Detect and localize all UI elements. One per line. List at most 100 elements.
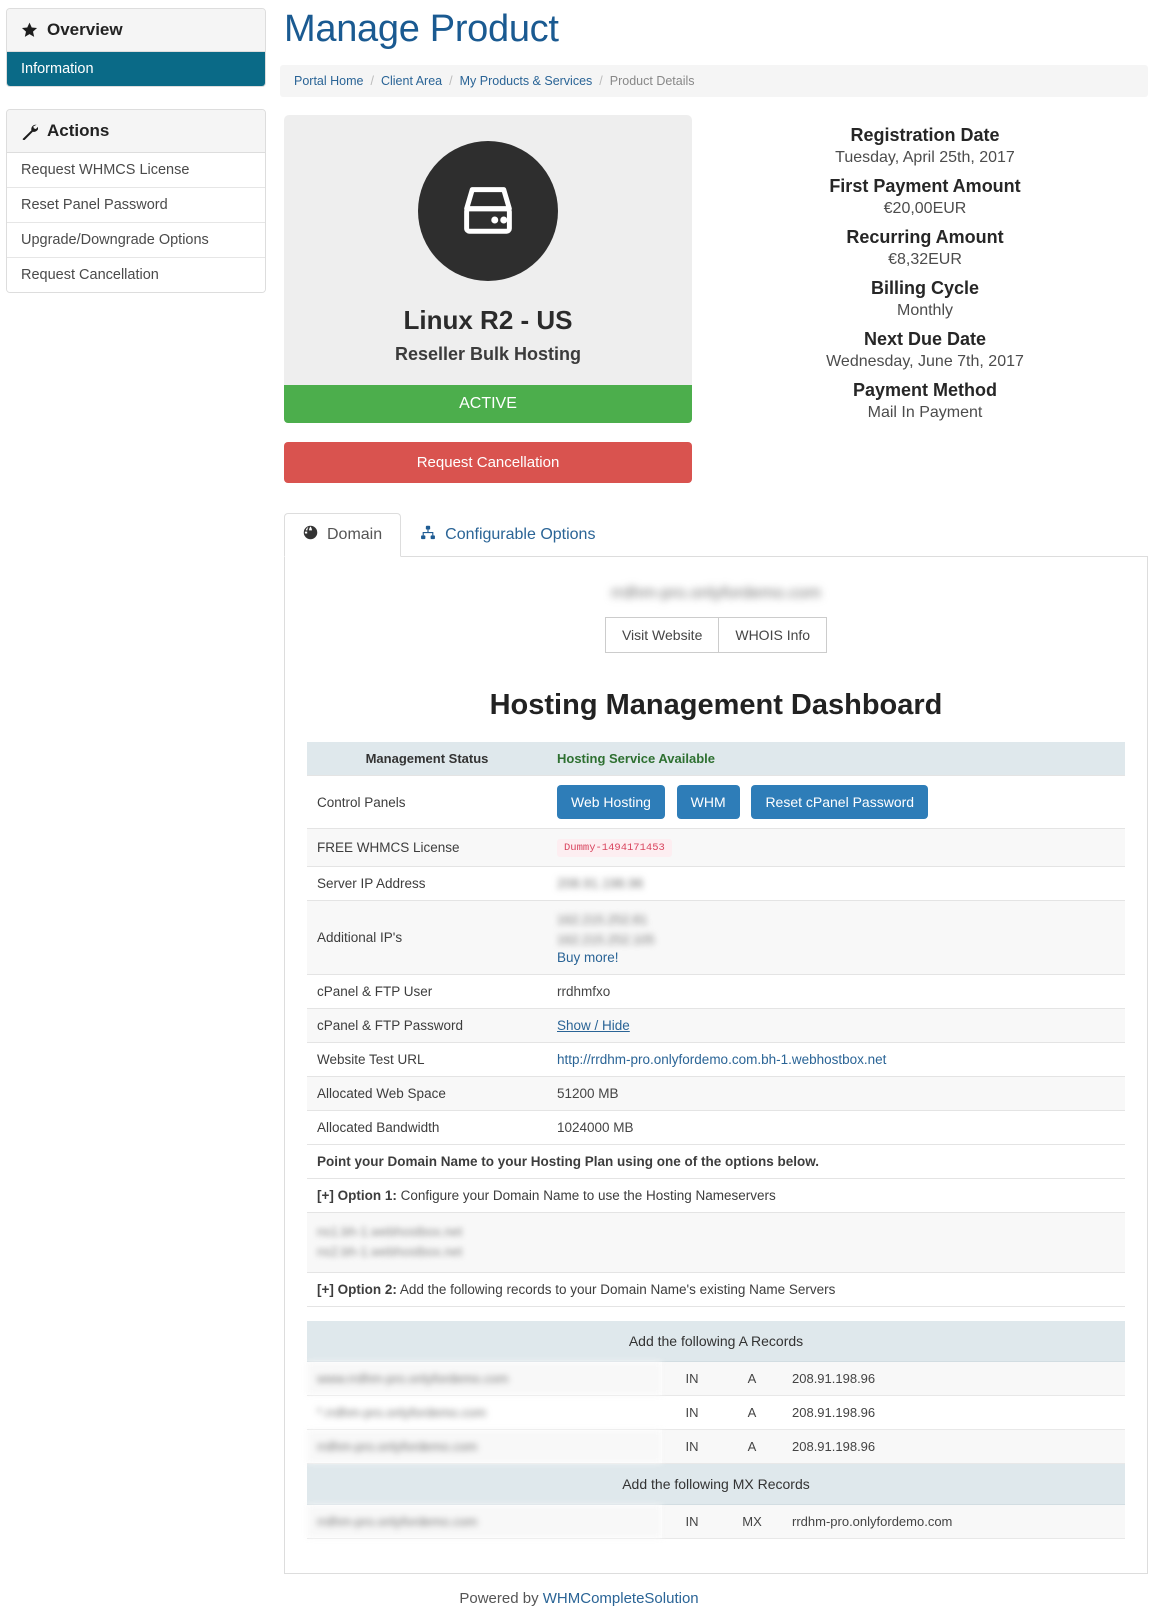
cpanel-ftp-user-value: rrdhmfxo <box>547 974 1125 1010</box>
wrench-icon <box>21 123 38 140</box>
page-title: Manage Product <box>284 8 559 50</box>
table-row-additional-ips: Additional IP's 162.215.252.81 162.215.2… <box>307 900 1125 976</box>
free-whmcs-license-value: Dummy-1494171453 <box>547 828 1125 867</box>
status-badge: ACTIVE <box>284 385 692 423</box>
request-cancellation-button[interactable]: Request Cancellation <box>284 442 692 483</box>
cpanel-ftp-password-label: cPanel & FTP Password <box>307 1008 547 1044</box>
overview-panel: Overview Information <box>6 8 266 87</box>
sidebar: Overview Information Actions Request WHM… <box>0 0 272 1574</box>
breadcrumb-separator: / <box>449 74 453 88</box>
management-status-header: Management Status <box>307 742 547 776</box>
allocated-bandwidth-value: 1024000 MB <box>547 1110 1125 1146</box>
domain-actions: Visit Website WHOIS Info <box>307 617 1125 653</box>
dashboard-title: Hosting Management Dashboard <box>489 689 943 721</box>
table-row-bandwidth: Allocated Bandwidth 1024000 MB <box>307 1110 1125 1146</box>
additional-ips-label: Additional IP's <box>307 900 547 976</box>
server-icon <box>418 141 558 281</box>
show-hide-password-link[interactable]: Show / Hide <box>557 1018 630 1033</box>
a-record-class: IN <box>662 1395 722 1430</box>
billing-details: Registration Date Tuesday, April 25th, 2… <box>702 115 1148 483</box>
buy-more-ips-link[interactable]: Buy more! <box>557 950 619 965</box>
additional-ips-value: 162.215.252.81 162.215.252.105 Buy more! <box>547 900 1125 976</box>
breadcrumb-item-client-area[interactable]: Client Area <box>381 74 442 88</box>
a-record-destination: 208.91.198.96 <box>782 1361 1125 1396</box>
globe-icon <box>303 525 318 545</box>
next-due-date-label: Next Due Date <box>863 329 987 349</box>
table-row: rrdhm-pro.onlyfordemo.com IN MX rrdhm-pr… <box>307 1504 1125 1539</box>
registration-date-value: Tuesday, April 25th, 2017 <box>835 149 1015 166</box>
option1-row: [+] Option 1: Configure your Domain Name… <box>307 1178 1125 1214</box>
visit-website-button[interactable]: Visit Website <box>604 617 720 653</box>
mx-records-header-row: Add the following MX Records <box>307 1463 1125 1505</box>
option1-description: Configure your Domain Name to use the Ho… <box>396 1188 776 1204</box>
tabs-section: Domain Configurable Options rrdhm-pro.on… <box>280 513 1148 1574</box>
dns-records-table: Add the following A Records www.rrdhm-pr… <box>307 1320 1125 1539</box>
control-panels-label: Control Panels <box>307 775 547 829</box>
sidebar-item-request-whmcs-license[interactable]: Request WHMCS License <box>7 153 265 187</box>
mx-record-class: IN <box>662 1504 722 1539</box>
sidebar-item-upgrade-downgrade-options[interactable]: Upgrade/Downgrade Options <box>7 222 265 257</box>
breadcrumb-separator: / <box>370 74 374 88</box>
table-header-row: Management Status Hosting Service Availa… <box>307 742 1125 776</box>
website-test-url-link[interactable]: http://rrdhm-pro.onlyfordemo.com.bh-1.we… <box>557 1052 886 1067</box>
whm-button[interactable]: WHM <box>676 785 740 819</box>
a-records-header-row: Add the following A Records <box>307 1320 1125 1362</box>
option1-text: [+] Option 1: Configure your Domain Name… <box>307 1178 1125 1214</box>
mx-record-type: MX <box>722 1504 782 1539</box>
a-record-type: A <box>722 1395 782 1430</box>
table-row: *.rrdhm-pro.onlyfordemo.com IN A 208.91.… <box>307 1395 1125 1430</box>
product-card: Linux R2 - US Reseller Bulk Hosting <box>284 115 692 385</box>
table-row-web-space: Allocated Web Space 51200 MB <box>307 1076 1125 1112</box>
web-hosting-button[interactable]: Web Hosting <box>557 785 665 819</box>
nameservers-cell: ns1.bh-1.webhostbox.net ns2.bh-1.webhost… <box>307 1212 1125 1273</box>
nameserver-1: ns1.bh-1.webhostbox.net <box>317 1224 463 1240</box>
actions-panel-title: Actions <box>47 121 110 140</box>
cpanel-ftp-password-value: Show / Hide <box>547 1008 1125 1044</box>
nameservers-row: ns1.bh-1.webhostbox.net ns2.bh-1.webhost… <box>307 1212 1125 1273</box>
server-ip-address-label: Server IP Address <box>307 866 547 901</box>
sitemap-icon <box>420 525 436 545</box>
sidebar-item-reset-panel-password[interactable]: Reset Panel Password <box>7 187 265 222</box>
recurring-amount-value: €8,32EUR <box>888 251 962 268</box>
first-payment-amount-value: €20,00EUR <box>883 200 967 217</box>
a-record-type: A <box>722 1361 782 1396</box>
a-record-host: *.rrdhm-pro.onlyfordemo.com <box>307 1395 662 1430</box>
option2-prefix: [+] Option 2: <box>317 1281 397 1297</box>
point-domain-note: Point your Domain Name to your Hosting P… <box>307 1144 1125 1180</box>
license-key-badge: Dummy-1494171453 <box>557 839 672 857</box>
a-record-destination: 208.91.198.96 <box>782 1429 1125 1464</box>
nameserver-2: ns2.bh-1.webhostbox.net <box>317 1244 463 1260</box>
whois-info-button[interactable]: WHOIS Info <box>719 617 828 653</box>
payment-method-value: Mail In Payment <box>867 404 983 421</box>
breadcrumb-item-portal-home[interactable]: Portal Home <box>294 74 363 88</box>
page-container: Overview Information Actions Request WHM… <box>0 0 1158 1574</box>
website-test-url-value: http://rrdhm-pro.onlyfordemo.com.bh-1.we… <box>547 1042 1125 1078</box>
mx-record-destination: rrdhm-pro.onlyfordemo.com <box>782 1504 1125 1539</box>
registration-date-label: Registration Date <box>850 125 1000 145</box>
server-ip-address-value: 208.91.198.96 <box>547 866 1125 901</box>
main-content: Manage Product Portal Home / Client Area… <box>272 0 1158 1574</box>
a-record-class: IN <box>662 1429 722 1464</box>
a-record-type: A <box>722 1429 782 1464</box>
allocated-bandwidth-label: Allocated Bandwidth <box>307 1110 547 1146</box>
product-column: Linux R2 - US Reseller Bulk Hosting ACTI… <box>280 115 692 483</box>
table-row-control-panels: Control Panels Web Hosting WHM Reset cPa… <box>307 775 1125 829</box>
sidebar-item-information[interactable]: Information <box>7 52 265 86</box>
breadcrumb-separator: / <box>599 74 603 88</box>
option2-row: [+] Option 2: Add the following records … <box>307 1272 1125 1307</box>
breadcrumb-item-my-products-services[interactable]: My Products & Services <box>460 74 593 88</box>
star-icon <box>21 22 38 39</box>
actions-panel: Actions Request WHMCS License Reset Pane… <box>6 109 266 293</box>
additional-ip-1: 162.215.252.81 162.215.252.105 <box>557 912 655 948</box>
overview-panel-header: Overview <box>7 9 265 52</box>
reset-cpanel-password-button[interactable]: Reset cPanel Password <box>751 785 929 819</box>
tab-domain[interactable]: Domain <box>284 513 402 557</box>
table-row: www.rrdhm-pro.onlyfordemo.com IN A 208.9… <box>307 1361 1125 1396</box>
table-row-server-ip: Server IP Address 208.91.198.96 <box>307 866 1125 901</box>
domain-name: rrdhm-pro.onlyfordemo.com <box>611 583 821 602</box>
billing-cycle-value: Monthly <box>896 302 954 319</box>
tab-configurable-options[interactable]: Configurable Options <box>401 513 614 557</box>
product-name: Linux R2 - US <box>403 305 573 335</box>
footer-link-whmcompletesolution[interactable]: WHMCompleteSolution <box>543 1590 699 1607</box>
sidebar-item-request-cancellation[interactable]: Request Cancellation <box>7 257 265 292</box>
